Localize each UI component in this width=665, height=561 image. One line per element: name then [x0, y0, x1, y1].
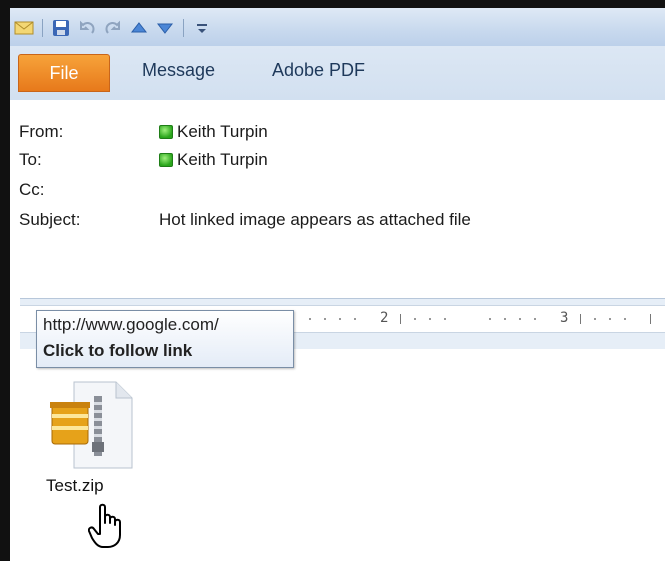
redo-icon[interactable]	[103, 18, 123, 38]
tab-file[interactable]: File	[18, 54, 110, 92]
toolbar-separator	[42, 19, 43, 37]
title-bar	[10, 8, 665, 46]
presence-icon	[159, 125, 173, 139]
from-name[interactable]: Keith Turpin	[177, 122, 268, 142]
ruler-mark-3: 3	[560, 310, 569, 326]
zip-file-icon	[50, 381, 133, 469]
to-name[interactable]: Keith Turpin	[177, 150, 268, 170]
to-label: To:	[19, 150, 42, 169]
message-window: File Message Adobe PDF From: Keith Turpi…	[10, 8, 665, 561]
cc-label: Cc:	[19, 180, 45, 199]
save-icon[interactable]	[51, 18, 71, 38]
tab-adobe-pdf[interactable]: Adobe PDF	[272, 60, 365, 81]
undo-icon[interactable]	[77, 18, 97, 38]
hand-cursor-icon	[88, 503, 121, 548]
tooltip-url: http://www.google.com/	[43, 315, 219, 334]
tooltip-action: Click to follow link	[43, 341, 193, 360]
next-item-icon[interactable]	[155, 18, 175, 38]
from-value[interactable]: Keith Turpin	[159, 122, 268, 142]
to-value[interactable]: Keith Turpin	[159, 150, 268, 170]
message-header: From: Keith Turpin To: Keith Turpin Cc: …	[10, 100, 665, 300]
subject-label: Subject:	[19, 210, 81, 229]
toolbar-separator	[183, 19, 184, 37]
previous-item-icon[interactable]	[129, 18, 149, 38]
attachment-item[interactable]: Test.zip	[38, 376, 148, 506]
tab-message[interactable]: Message	[142, 60, 215, 81]
screen-frame-top	[0, 0, 665, 8]
from-label: From:	[19, 122, 64, 141]
ruler-mark-2: 2	[380, 310, 389, 326]
hyperlink-tooltip: http://www.google.com/ Click to follow l…	[36, 310, 294, 368]
quick-access-toolbar	[14, 17, 212, 39]
customize-toolbar-icon[interactable]	[192, 18, 212, 38]
screen-frame-left	[0, 0, 10, 561]
presence-icon	[159, 153, 173, 167]
ribbon-tabs: File Message Adobe PDF	[10, 46, 665, 101]
subject-value: Hot linked image appears as attached fil…	[159, 210, 471, 229]
attachment-filename[interactable]: Test.zip	[46, 476, 104, 496]
mail-icon[interactable]	[14, 18, 34, 38]
